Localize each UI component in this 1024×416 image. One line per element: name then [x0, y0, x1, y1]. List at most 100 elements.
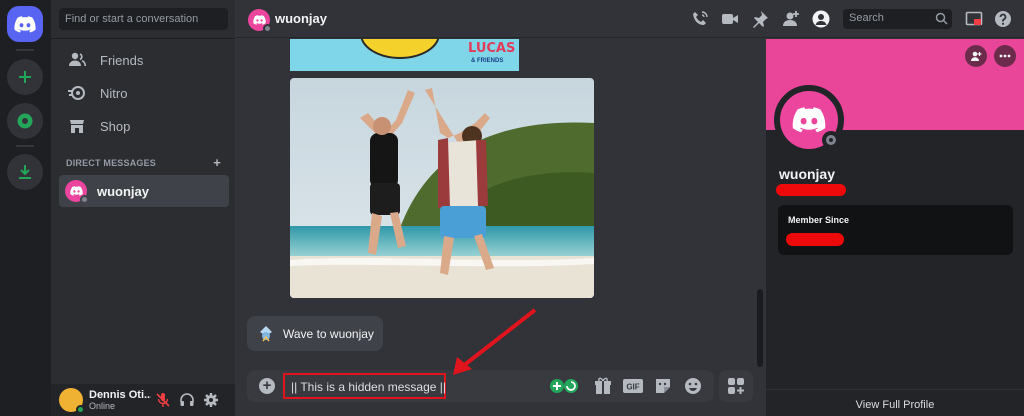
beach-photo	[290, 78, 594, 298]
discord-logo-icon	[792, 107, 826, 133]
video-camera-icon	[722, 14, 738, 24]
add-friend-button[interactable]	[965, 45, 987, 67]
phone-call-icon	[693, 11, 708, 25]
upload-button[interactable]: +	[259, 378, 275, 394]
direct-messages-label: DIRECT MESSAGES	[66, 158, 157, 168]
rail-separator	[16, 49, 34, 51]
member-since-card: Member Since	[778, 205, 1013, 255]
redacted-date	[786, 233, 844, 246]
gear-icon	[204, 393, 218, 407]
download-icon	[19, 165, 31, 179]
user-info[interactable]: Dennis Oti... Online	[89, 389, 151, 411]
wave-sticker-icon	[260, 325, 272, 341]
dm-item-wuonjay[interactable]: wuonjay	[59, 175, 229, 207]
discord-logo-icon	[69, 186, 83, 196]
inbox-button[interactable]	[964, 9, 984, 29]
activity-boost-button[interactable]	[547, 376, 581, 396]
chat-header: wuonjay Search	[235, 0, 1024, 38]
nav-label: Shop	[100, 118, 131, 134]
nav-nitro[interactable]: Nitro	[59, 78, 229, 108]
mic-muted-icon	[156, 393, 170, 407]
pinned-messages-button[interactable]	[750, 9, 770, 29]
rail-separator	[16, 145, 34, 147]
user-profile-icon	[812, 10, 830, 28]
nav-label: Nitro	[100, 85, 128, 101]
ellipsis-icon	[999, 54, 1011, 58]
svg-text:GIF: GIF	[626, 383, 639, 392]
mute-button[interactable]	[151, 388, 175, 412]
user-panel: Dennis Oti... Online	[51, 384, 235, 416]
header-search-input[interactable]: Search	[843, 9, 952, 29]
emoji-button[interactable]	[683, 376, 703, 396]
sticker-icon	[656, 379, 670, 393]
help-icon	[995, 11, 1011, 27]
create-dm-button[interactable]: +	[213, 156, 221, 169]
sticker-button[interactable]	[653, 376, 673, 396]
chat-area: LUCAS & FRIENDS Wave to wuonjay + || Thi…	[235, 39, 766, 416]
apps-button[interactable]	[719, 370, 753, 402]
divider	[51, 38, 235, 39]
view-full-profile-button[interactable]: View Full Profile	[766, 389, 1024, 416]
message-input[interactable]: || This is a hidden message ||	[283, 373, 446, 399]
banner-logo-sub: & FRIENDS	[471, 58, 504, 64]
beach-photo-attachment[interactable]	[290, 78, 594, 298]
redacted-username	[776, 184, 846, 196]
compass-icon	[17, 113, 33, 129]
emoji-icon	[685, 378, 701, 394]
status-indicator	[80, 195, 89, 204]
dm-sidebar: Find or start a conversation Friends Nit…	[51, 0, 235, 416]
gift-button[interactable]	[593, 376, 613, 396]
user-settings-button[interactable]	[199, 388, 223, 412]
dm-name: wuonjay	[97, 183, 150, 199]
add-server-button[interactable]	[7, 59, 43, 95]
user-profile-panel: wuonjay Member Since View Full Profile	[766, 39, 1024, 416]
header-avatar	[248, 9, 272, 33]
chat-scrollbar[interactable]	[757, 289, 763, 367]
profile-avatar[interactable]	[774, 85, 844, 155]
user-avatar[interactable]	[59, 388, 85, 414]
nitro-icon	[68, 86, 85, 100]
member-since-label: Member Since	[788, 215, 850, 225]
home-button[interactable]	[7, 6, 43, 42]
inbox-icon	[965, 11, 983, 26]
headphones-icon	[180, 393, 194, 406]
pin-icon	[753, 11, 768, 28]
friends-icon	[69, 52, 86, 67]
help-button[interactable]	[993, 9, 1013, 29]
server-rail	[0, 0, 51, 416]
explore-servers-button[interactable]	[7, 103, 43, 139]
find-conversation-search[interactable]: Find or start a conversation	[59, 8, 228, 30]
user-name: Dennis Oti...	[89, 389, 151, 401]
nav-friends[interactable]: Friends	[59, 45, 229, 75]
voice-call-button[interactable]	[690, 9, 710, 29]
search-icon	[935, 12, 948, 25]
more-options-button[interactable]	[994, 45, 1016, 67]
deafen-button[interactable]	[175, 388, 199, 412]
discord-logo-icon	[14, 15, 36, 32]
gif-icon: GIF	[623, 379, 643, 393]
nav-shop[interactable]: Shop	[59, 111, 229, 141]
channel-title: wuonjay	[275, 11, 328, 26]
shop-icon	[70, 120, 84, 133]
gif-button[interactable]: GIF	[623, 376, 643, 396]
cartoon-sun-shape	[360, 39, 440, 59]
discord-app: Find or start a conversation Friends Nit…	[0, 0, 1024, 416]
video-call-button[interactable]	[720, 9, 740, 29]
add-friend-icon	[971, 51, 982, 61]
banner-logo: LUCAS	[468, 41, 516, 56]
boost-icon	[550, 379, 578, 393]
previous-image-attachment[interactable]: LUCAS & FRIENDS	[290, 39, 519, 71]
add-friends-to-dm-button[interactable]	[781, 9, 801, 29]
nav-label: Friends	[100, 52, 144, 68]
download-apps-button[interactable]	[7, 154, 43, 190]
online-indicator	[76, 405, 85, 414]
gift-icon	[595, 377, 611, 394]
user-profile-toggle[interactable]	[811, 9, 831, 29]
message-composer: + || This is a hidden message || GIF	[247, 370, 714, 402]
avatar	[65, 180, 89, 204]
wave-label: Wave to wuonjay	[283, 326, 374, 341]
wave-to-user-button[interactable]: Wave to wuonjay	[247, 316, 383, 351]
user-status: Online	[89, 401, 116, 411]
discord-logo-icon	[252, 15, 266, 25]
apps-icon	[728, 378, 744, 394]
